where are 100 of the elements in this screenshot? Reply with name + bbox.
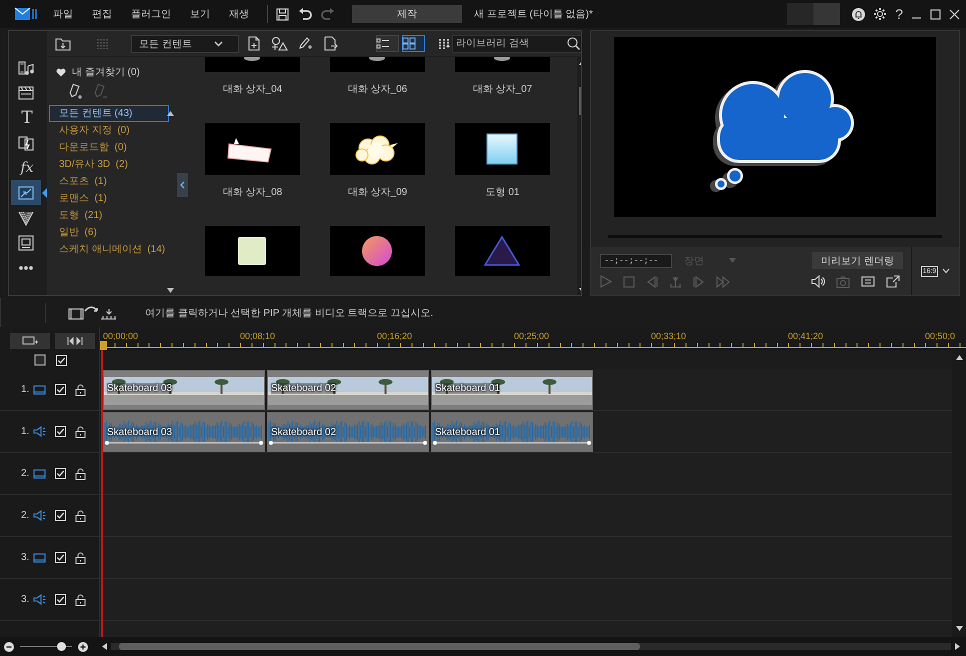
settings-icon[interactable] [873, 7, 888, 21]
timeline-hint[interactable]: 여기를 클릭하거나 선택한 PIP 개체를 비디오 트랙으로 끄십시오. [145, 306, 434, 320]
category-item[interactable]: 스포츠 (1) [49, 173, 169, 190]
thumbnail[interactable] [330, 123, 425, 175]
checkbox[interactable] [55, 510, 66, 521]
sort-icon[interactable] [438, 36, 452, 50]
thumbnail[interactable] [205, 123, 300, 175]
scrollbar-thumb[interactable] [119, 643, 640, 650]
import-icon[interactable] [55, 36, 71, 50]
category-item[interactable]: 다운로드함 (0) [49, 139, 169, 156]
menu-item[interactable]: 보기 [187, 5, 213, 23]
category-item[interactable]: 3D/유사 3D (2) [49, 156, 169, 173]
unlocked-icon[interactable] [75, 552, 86, 564]
category-item[interactable]: 사용자 지정 (0) [49, 122, 169, 139]
add-tag-icon[interactable] [67, 83, 83, 101]
menu-item[interactable]: 플러그인 [128, 5, 174, 23]
checkbox[interactable] [56, 354, 67, 366]
collapse-panel-button[interactable] [176, 173, 188, 197]
new-file-icon[interactable] [247, 36, 261, 51]
notification-icon[interactable] [852, 8, 866, 20]
app-logo[interactable] [14, 6, 38, 22]
thumbnail[interactable] [205, 57, 300, 72]
audio-clip[interactable]: Skateboard 03 [103, 412, 265, 452]
text-tool[interactable]: T [11, 105, 47, 130]
thumbnail[interactable] [455, 123, 550, 175]
scroll-up-icon[interactable] [956, 355, 962, 360]
checkbox[interactable] [55, 468, 66, 479]
unlocked-icon[interactable] [75, 384, 86, 396]
chevron-left-icon[interactable] [180, 181, 184, 189]
scroll-up-icon[interactable] [166, 111, 174, 116]
list-icon[interactable] [376, 37, 390, 50]
unlocked-icon[interactable] [75, 426, 86, 438]
room-tab[interactable] [11, 180, 47, 205]
pop-out-icon[interactable] [886, 275, 900, 288]
checkbox[interactable] [55, 426, 66, 437]
category-item[interactable]: 로맨스 (1) [49, 190, 169, 207]
content-filter-dropdown[interactable]: 모든 컨텐트 [131, 34, 239, 52]
checkbox[interactable] [55, 384, 66, 395]
unlocked-icon[interactable] [75, 510, 86, 522]
audio-clip[interactable]: Skateboard 02 [267, 412, 429, 452]
unlocked-icon[interactable] [75, 594, 86, 606]
list-view-button[interactable] [376, 35, 399, 52]
search-field[interactable]: 라이브러리 검색 [452, 34, 581, 52]
file-arrow-icon[interactable] [323, 36, 338, 51]
grid-dots-icon[interactable] [95, 36, 109, 50]
thumbnail[interactable] [330, 57, 425, 72]
maximize-icon[interactable] [930, 8, 941, 20]
scroll-right-icon[interactable] [955, 643, 960, 650]
category-item[interactable]: 도형 (21) [49, 207, 169, 224]
transition-icon[interactable] [17, 134, 35, 152]
close-icon[interactable] [949, 8, 960, 20]
thumbnail[interactable] [455, 226, 550, 276]
category-item[interactable]: 일반 (6) [49, 224, 169, 241]
fit-arrows-icon[interactable] [67, 336, 83, 346]
render-preview-button[interactable]: 미리보기 렌더링 [812, 252, 903, 269]
subtitle-icon[interactable] [17, 234, 35, 252]
vertical-scrollbar[interactable] [952, 351, 966, 637]
track-manager-button[interactable] [10, 333, 50, 349]
save-icon[interactable] [276, 8, 289, 20]
pen-plus-icon[interactable] [298, 36, 313, 51]
scroll-left-icon[interactable] [102, 643, 107, 650]
clapperboard-icon[interactable] [17, 84, 35, 102]
timecode-field[interactable]: --;--;--;-- [600, 254, 672, 268]
menu-item[interactable]: 편집 [89, 5, 115, 23]
scroll-down-icon[interactable] [166, 288, 174, 293]
timeline-ruler[interactable]: 00;00;00 00;08;10 00;16;20 00;25;00 00;33;10 00;41;20 00;50;0 [100, 327, 966, 351]
caption-icon[interactable] [861, 276, 875, 287]
scroll-down-icon[interactable] [956, 626, 962, 631]
caret-icon[interactable] [942, 268, 950, 274]
pip-icon[interactable] [17, 184, 35, 202]
pip-to-track-icon[interactable] [68, 304, 118, 320]
checkbox[interactable] [55, 594, 66, 605]
thumbnail[interactable] [205, 226, 300, 276]
thumbnail[interactable] [330, 226, 425, 276]
zoom-out-icon[interactable] [4, 642, 14, 652]
favorites-label[interactable]: 내 즐겨찾기 (0) [72, 65, 140, 79]
unlocked-icon[interactable] [75, 468, 86, 480]
fit-timeline-button[interactable] [55, 333, 95, 349]
category-item[interactable]: 스케치 애니메이션 (14) [49, 241, 169, 258]
help-button[interactable]: ? [895, 6, 903, 22]
grid-icon[interactable] [402, 37, 416, 50]
effects-tool[interactable]: fx [11, 155, 47, 180]
caret-icon[interactable] [214, 40, 223, 46]
category-item[interactable]: 모든 컨텐트 (43) [49, 105, 169, 122]
track-add-icon[interactable] [22, 336, 38, 346]
zoom-in-icon[interactable] [78, 642, 88, 652]
shapes-icon[interactable] [271, 36, 288, 51]
frame-icon[interactable] [34, 354, 46, 366]
audio-clip[interactable]: Skateboard 01 [431, 412, 593, 452]
produce-button[interactable]: 제작 [352, 5, 462, 23]
search-icon[interactable] [567, 36, 580, 50]
redo-icon[interactable] [321, 8, 335, 20]
volume-icon[interactable] [811, 275, 825, 288]
media-icon[interactable] [17, 58, 35, 76]
thumbnail[interactable] [455, 57, 550, 72]
playhead[interactable] [100, 341, 108, 637]
menu-item[interactable]: 파일 [50, 5, 76, 23]
menu-item[interactable]: 재생 [226, 5, 252, 23]
undo-icon[interactable] [298, 8, 312, 20]
checkbox[interactable] [55, 552, 66, 563]
